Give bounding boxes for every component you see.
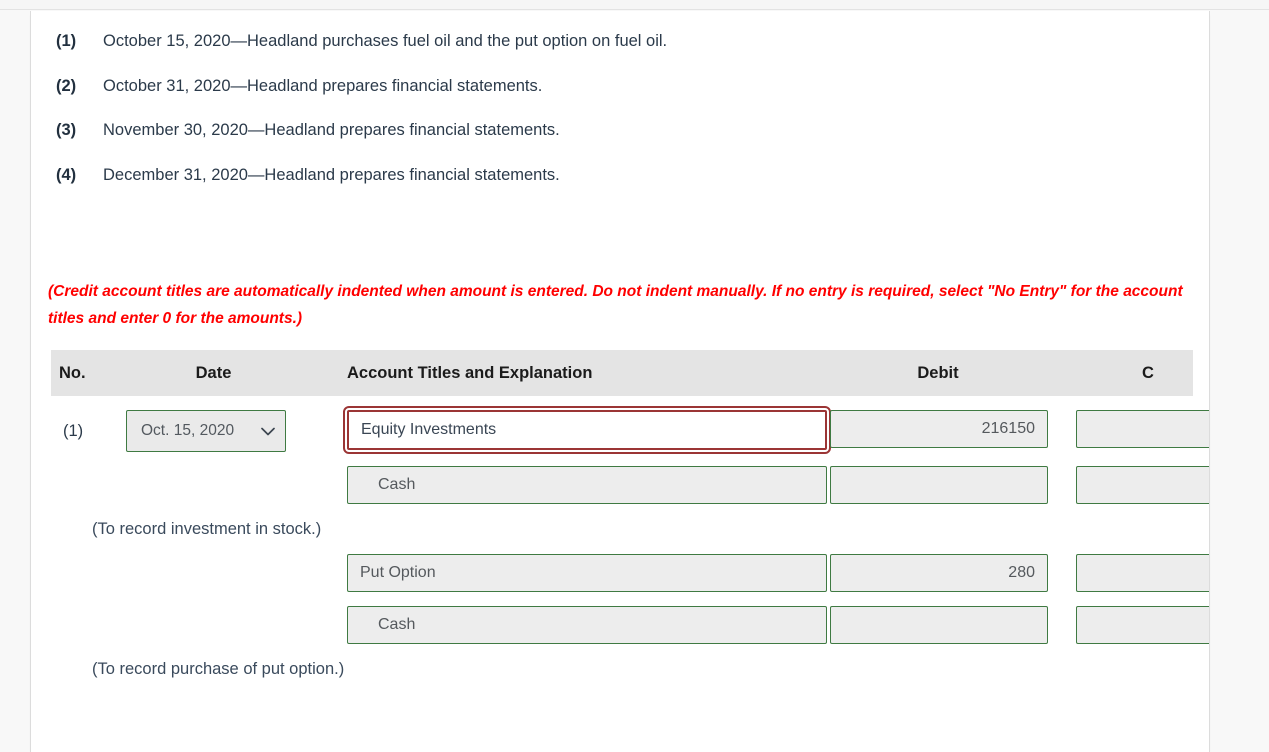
- list-item: (1) October 15, 2020—Headland purchases …: [31, 31, 1191, 52]
- list-item: (2) October 31, 2020—Headland prepares f…: [31, 76, 1191, 97]
- credit-amount-input[interactable]: [1076, 605, 1209, 644]
- credit-amount-input[interactable]: [1076, 466, 1209, 504]
- credit-amount-input[interactable]: [1076, 410, 1209, 448]
- column-header-account-titles: Account Titles and Explanation: [347, 363, 593, 382]
- account-cell: Cash: [306, 466, 827, 504]
- account-title-value: Put Option: [360, 563, 436, 581]
- credit-cell: [1058, 466, 1209, 504]
- credit-cell: [1058, 605, 1209, 644]
- journal-entry-table: No. Date Account Titles and Explanation …: [51, 350, 1209, 680]
- list-item-text: November 30, 2020—Headland prepares fina…: [103, 121, 560, 140]
- column-header-date: Date: [195, 363, 232, 382]
- screenshot-viewport: (1) October 15, 2020—Headland purchases …: [0, 0, 1269, 752]
- table-row: (1) Oct. 15, 2020 Equity Investments 216…: [51, 406, 1209, 454]
- debit-amount-input[interactable]: 280: [830, 553, 1048, 592]
- date-select-value: Oct. 15, 2020: [141, 422, 235, 439]
- debit-amount-input[interactable]: 216150: [830, 410, 1048, 448]
- account-title-input[interactable]: Cash: [347, 605, 827, 644]
- debit-amount-input[interactable]: [830, 466, 1048, 504]
- account-cell: Cash: [306, 605, 827, 644]
- account-title-value: Cash: [378, 476, 416, 493]
- account-title-value: Cash: [378, 615, 416, 633]
- account-title-input[interactable]: Put Option: [347, 553, 827, 592]
- credit-cell: [1058, 553, 1209, 592]
- table-row: Put Option 280: [51, 553, 1209, 592]
- account-cell: Put Option: [306, 553, 827, 592]
- list-item-text: December 31, 2020—Headland prepares fina…: [103, 165, 560, 184]
- debit-amount-value: 280: [1008, 563, 1035, 581]
- debit-cell: 280: [818, 553, 1058, 592]
- list-item: (4) December 31, 2020—Headland prepares …: [31, 165, 1191, 186]
- debit-cell: [818, 605, 1058, 644]
- table-body: (1) Oct. 15, 2020 Equity Investments 216…: [51, 406, 1209, 680]
- debit-amount-input[interactable]: [830, 605, 1048, 644]
- date-select[interactable]: Oct. 15, 2020: [126, 410, 286, 452]
- debit-amount-value: 216150: [981, 420, 1035, 437]
- date-cell: Oct. 15, 2020: [121, 410, 306, 452]
- entry-memo: (To record purchase of put option.): [92, 659, 345, 678]
- list-item-number: (2): [56, 76, 77, 95]
- account-title-input[interactable]: Cash: [347, 466, 827, 504]
- table-row: Cash: [51, 466, 1209, 504]
- table-row: Cash: [51, 605, 1209, 644]
- row-number: (1): [63, 422, 84, 440]
- list-item-number: (1): [56, 32, 77, 50]
- column-header-credit: C: [1142, 363, 1154, 382]
- list-item: (3) November 30, 2020—Headland prepares …: [31, 120, 1191, 141]
- browser-chrome-strip: [0, 0, 1269, 10]
- account-title-value: Equity Investments: [361, 421, 497, 438]
- list-item-number: (3): [56, 121, 77, 140]
- list-item-text: October 15, 2020—Headland purchases fuel…: [103, 32, 668, 50]
- instruction-list: (1) October 15, 2020—Headland purchases …: [31, 31, 1191, 210]
- table-header-row: No. Date Account Titles and Explanation …: [51, 350, 1193, 396]
- debit-cell: 216150: [818, 410, 1058, 448]
- chevron-down-icon: [261, 427, 275, 436]
- credit-indent-note: (Credit account titles are automatically…: [48, 283, 1183, 327]
- debit-cell: [818, 466, 1058, 504]
- list-item-text: October 31, 2020—Headland prepares finan…: [103, 76, 543, 95]
- list-item-number: (4): [56, 165, 77, 184]
- page-inner: (1) October 15, 2020—Headland purchases …: [31, 11, 1209, 752]
- column-header-debit: Debit: [917, 363, 959, 382]
- credit-amount-input[interactable]: [1076, 553, 1209, 592]
- account-title-input[interactable]: Equity Investments: [343, 406, 831, 454]
- account-cell: Equity Investments: [306, 406, 831, 454]
- content-page-panel: (1) October 15, 2020—Headland purchases …: [30, 11, 1210, 752]
- entry-memo: (To record investment in stock.): [92, 520, 322, 538]
- column-header-no: No.: [59, 363, 86, 382]
- credit-cell: [1058, 410, 1209, 448]
